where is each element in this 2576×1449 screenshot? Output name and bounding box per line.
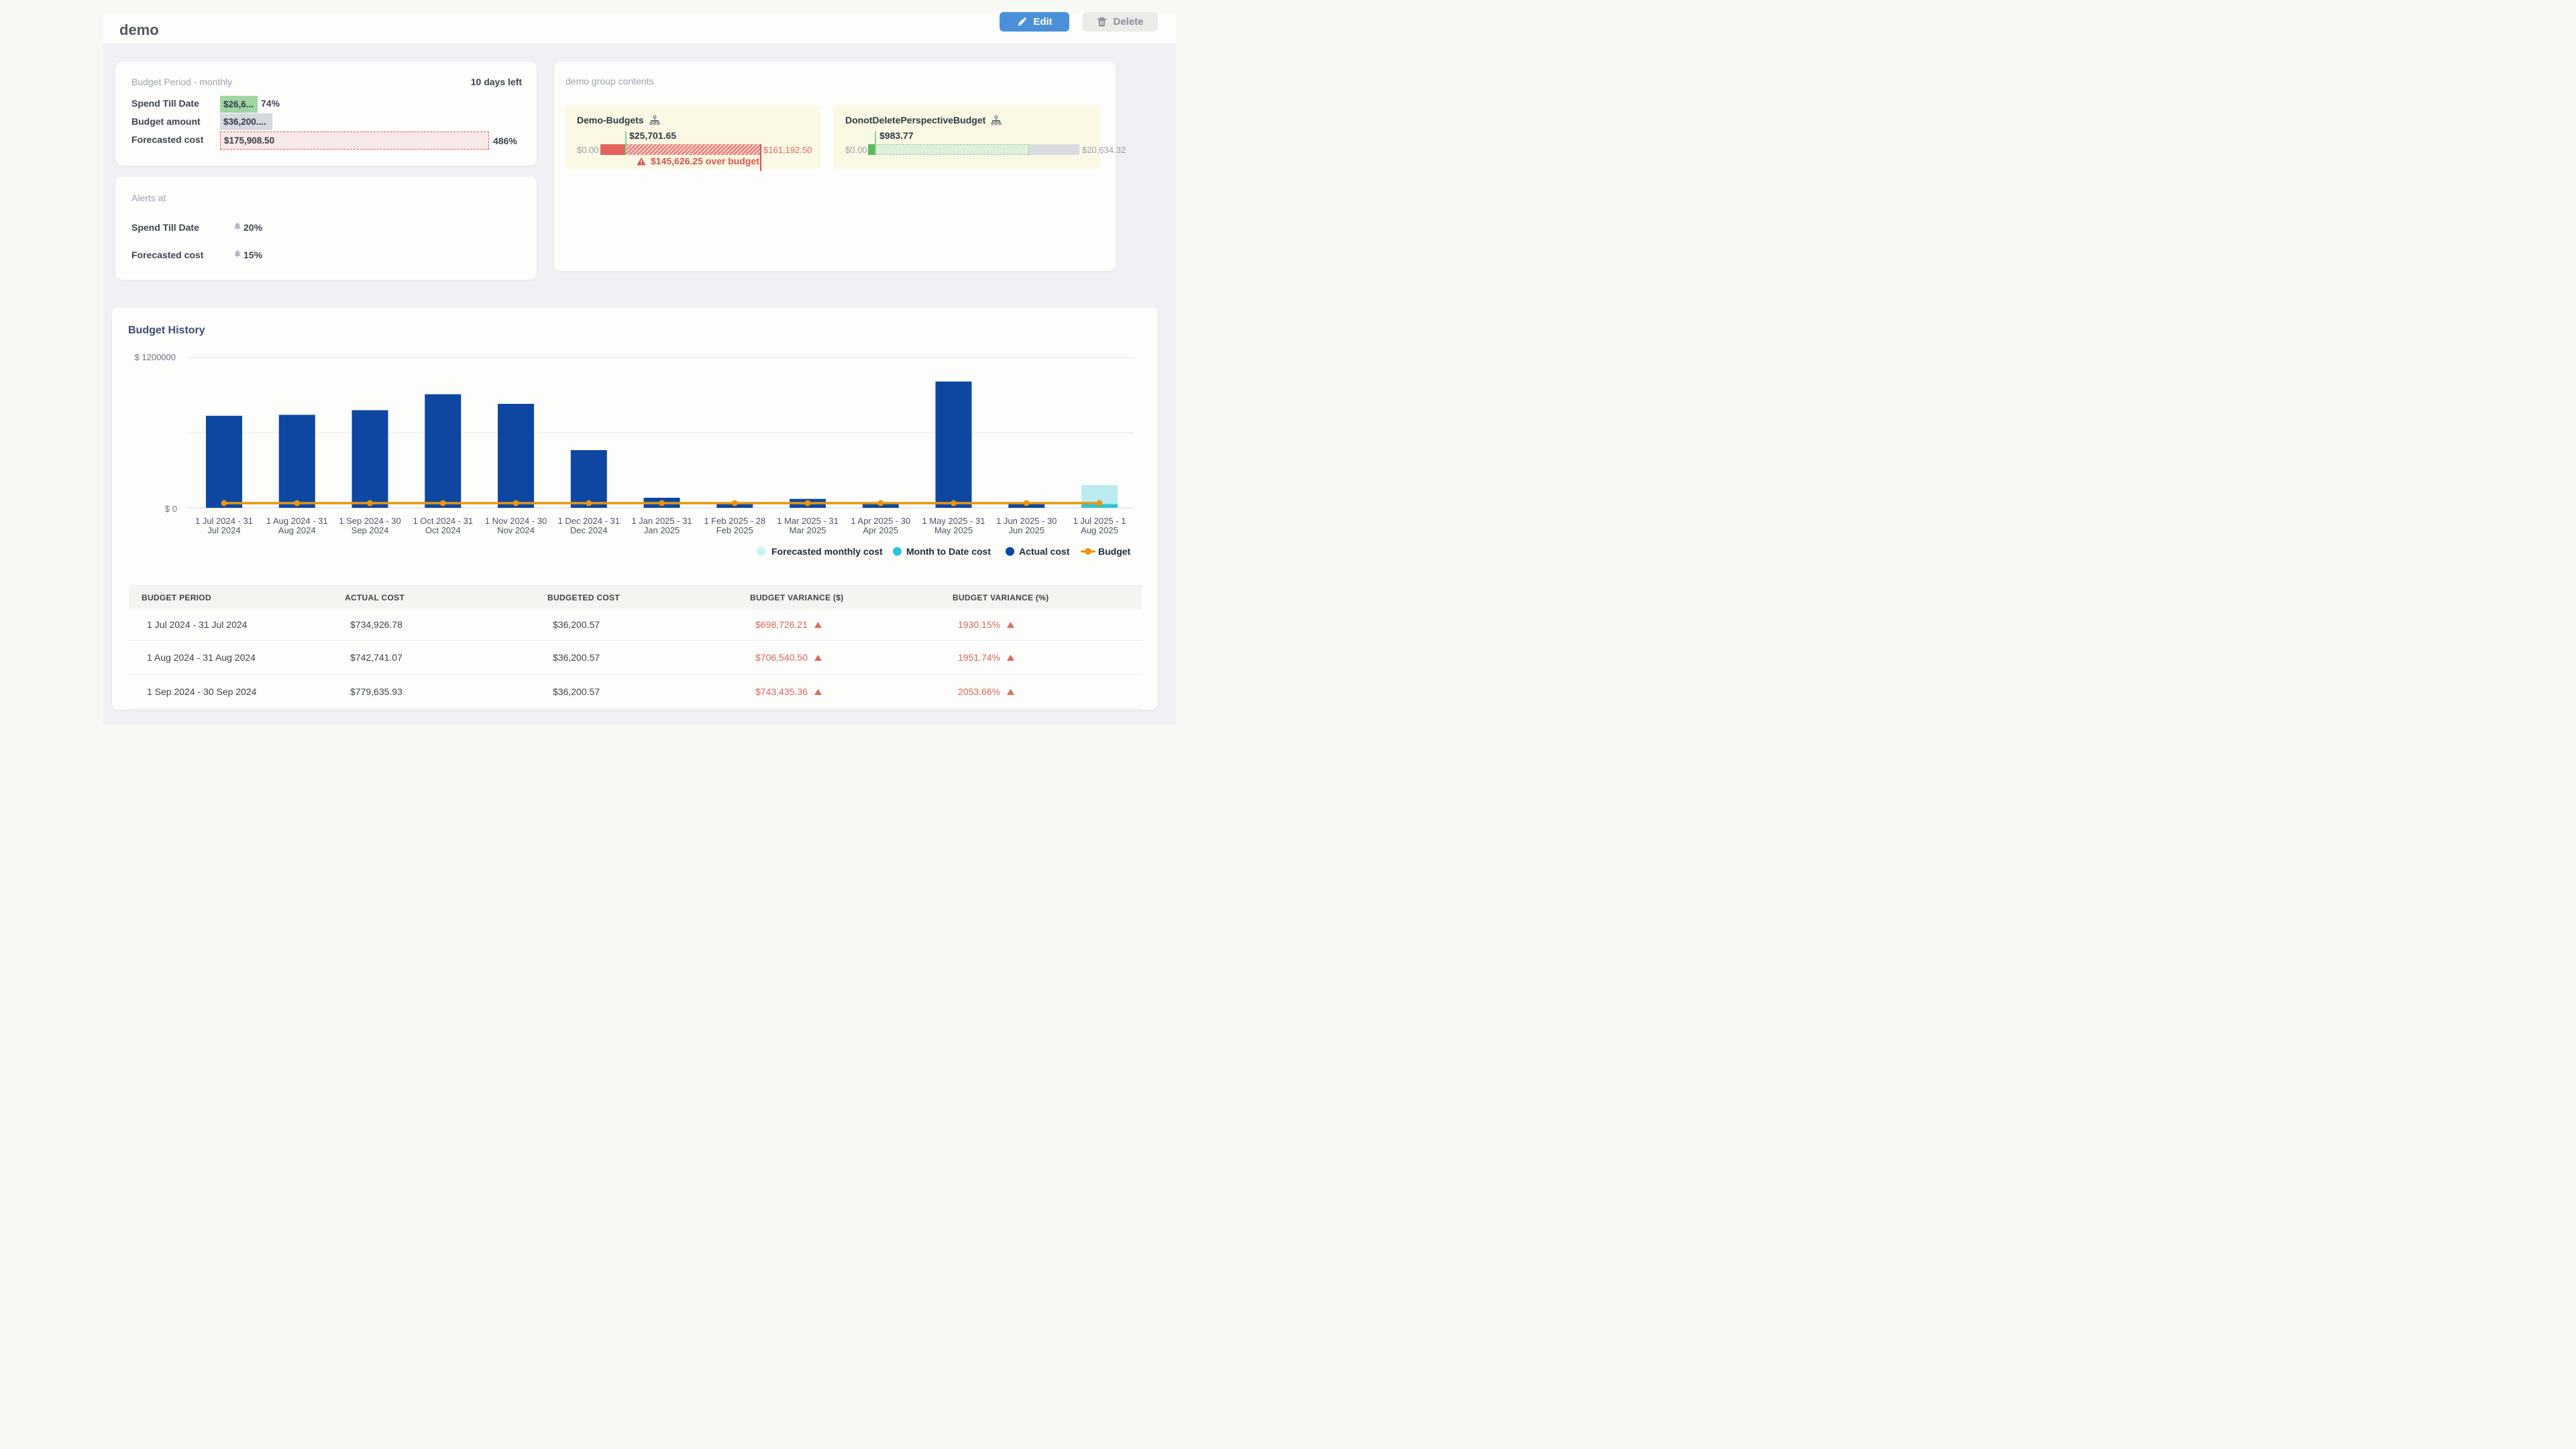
svg-text:Oct 2024: Oct 2024 bbox=[425, 525, 461, 535]
svg-text:Apr 2025: Apr 2025 bbox=[863, 525, 898, 535]
svg-text:Jul 2024: Jul 2024 bbox=[207, 525, 240, 535]
svg-text:1 Nov 2024 - 30: 1 Nov 2024 - 30 bbox=[485, 516, 547, 526]
svg-text:Sep 2024: Sep 2024 bbox=[352, 525, 389, 535]
svg-text:1 Jul 2024 - 31: 1 Jul 2024 - 31 bbox=[195, 516, 253, 526]
svg-text:1 May 2025 - 31: 1 May 2025 - 31 bbox=[922, 516, 985, 526]
svg-text:1 Dec 2024 - 31: 1 Dec 2024 - 31 bbox=[557, 516, 620, 526]
svg-text:Jan 2025: Jan 2025 bbox=[644, 525, 680, 535]
svg-text:Jun 2025: Jun 2025 bbox=[1009, 525, 1045, 535]
svg-text:1 Oct 2024 - 31: 1 Oct 2024 - 31 bbox=[413, 516, 473, 526]
svg-text:1 Mar 2025 - 31: 1 Mar 2025 - 31 bbox=[777, 516, 839, 526]
svg-text:$ 1200000: $ 1200000 bbox=[135, 352, 176, 362]
svg-text:Feb 2025: Feb 2025 bbox=[716, 525, 753, 535]
svg-text:Budget: Budget bbox=[1098, 546, 1131, 557]
svg-text:1 Sep 2024 - 30: 1 Sep 2024 - 30 bbox=[339, 516, 401, 526]
svg-text:1 Jan 2025 - 31: 1 Jan 2025 - 31 bbox=[631, 516, 692, 526]
svg-text:Mar 2025: Mar 2025 bbox=[790, 525, 826, 535]
svg-text:Month to Date cost: Month to Date cost bbox=[906, 546, 991, 557]
svg-text:$ 0: $ 0 bbox=[165, 504, 177, 514]
svg-text:1 Apr 2025 - 30: 1 Apr 2025 - 30 bbox=[851, 516, 910, 526]
svg-text:1 Jun 2025 - 30: 1 Jun 2025 - 30 bbox=[996, 516, 1057, 526]
svg-text:Dec 2024: Dec 2024 bbox=[570, 525, 608, 535]
svg-text:Nov 2024: Nov 2024 bbox=[497, 525, 535, 535]
svg-text:Aug 2024: Aug 2024 bbox=[278, 525, 316, 535]
svg-text:Forecasted monthly cost: Forecasted monthly cost bbox=[771, 546, 883, 557]
svg-text:1 Aug 2024 - 31: 1 Aug 2024 - 31 bbox=[266, 516, 328, 526]
svg-text:May 2025: May 2025 bbox=[934, 525, 973, 535]
svg-text:1 Jul 2025 - 1: 1 Jul 2025 - 1 bbox=[1073, 516, 1126, 526]
svg-text:Actual cost: Actual cost bbox=[1019, 546, 1070, 557]
svg-text:Aug 2025: Aug 2025 bbox=[1081, 525, 1118, 535]
svg-text:1 Feb 2025 - 28: 1 Feb 2025 - 28 bbox=[704, 516, 765, 526]
